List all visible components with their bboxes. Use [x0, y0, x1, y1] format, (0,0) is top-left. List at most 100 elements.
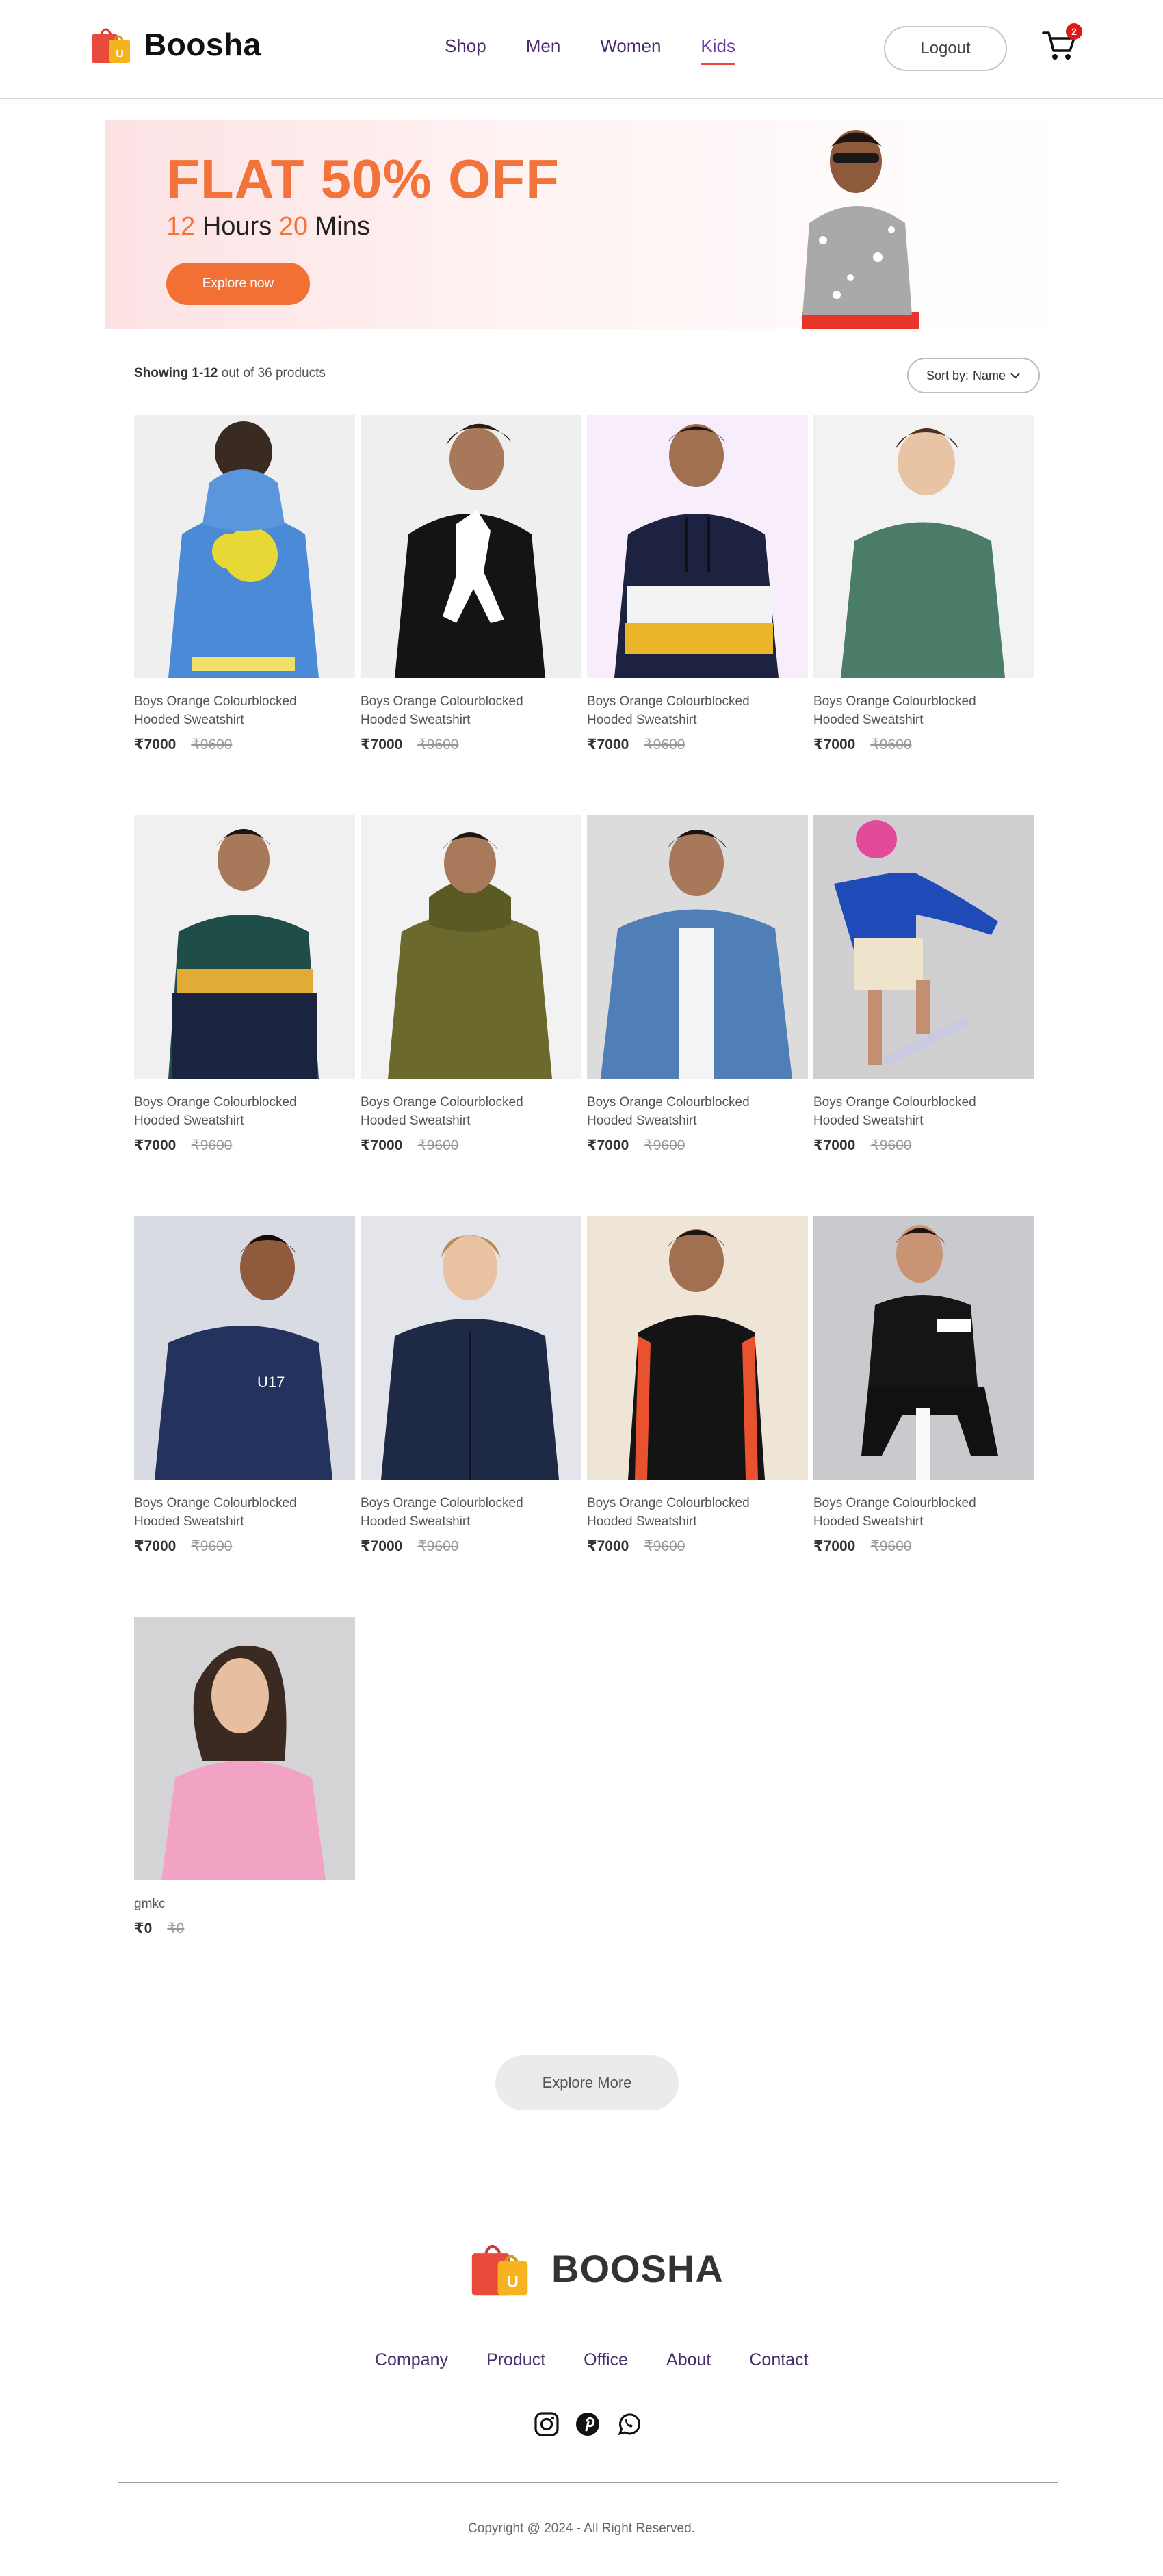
- footer-link-company[interactable]: Company: [375, 2350, 448, 2370]
- current-price: ₹7000: [587, 1538, 629, 1554]
- original-price: ₹9600: [870, 737, 912, 752]
- original-price: ₹9600: [870, 1138, 912, 1153]
- product-card[interactable]: Boys Orange Colourblocked Hooded Sweatsh…: [361, 1216, 582, 1555]
- product-name: Boys Orange Colourblocked Hooded Sweatsh…: [587, 694, 750, 727]
- results-count: Showing 1-12 out of 36 products: [134, 366, 326, 381]
- results-total: out of 36 products: [221, 366, 326, 380]
- original-price: ₹0: [167, 1921, 185, 1936]
- product-image: [587, 415, 808, 678]
- countdown-hours-value: 12: [166, 212, 196, 241]
- product-name: Boys Orange Colourblocked Hooded Sweatsh…: [134, 1496, 297, 1529]
- logout-button[interactable]: Logout: [884, 26, 1007, 71]
- current-price: ₹7000: [134, 737, 177, 752]
- footer-link-product[interactable]: Product: [486, 2350, 545, 2370]
- current-price: ₹7000: [587, 1138, 629, 1153]
- site-header: U Boosha Shop Men Women Kids Logout 2: [0, 0, 1163, 99]
- shopping-bag-logo-icon: U: [471, 2244, 528, 2296]
- product-price: ₹7000 ₹9600: [134, 1538, 355, 1555]
- copyright-text: Copyright @ 2024 - All Right Reserved.: [468, 2521, 695, 2536]
- countdown-mins-value: 20: [278, 212, 309, 241]
- original-price: ₹9600: [417, 737, 459, 752]
- product-name: Boys Orange Colourblocked Hooded Sweatsh…: [134, 694, 297, 727]
- nav-men[interactable]: Men: [526, 36, 561, 57]
- product-price: ₹0 ₹0: [134, 1920, 355, 1937]
- product-card[interactable]: U17 Boys Orange Colourblocked Hooded Swe…: [134, 1216, 355, 1555]
- nav-women[interactable]: Women: [600, 36, 661, 57]
- original-price: ₹9600: [417, 1138, 459, 1153]
- footer-link-contact[interactable]: Contact: [749, 2350, 808, 2370]
- pinterest-icon[interactable]: [575, 2411, 601, 2437]
- product-image: [587, 1216, 808, 1480]
- product-price: ₹7000 ₹9600: [587, 1538, 808, 1555]
- product-image: [134, 415, 355, 678]
- product-card[interactable]: Boys Orange Colourblocked Hooded Sweatsh…: [134, 415, 355, 753]
- product-price: ₹7000 ₹9600: [813, 1137, 1034, 1154]
- product-card[interactable]: Boys Orange Colourblocked Hooded Sweatsh…: [134, 815, 355, 1154]
- brand-logo[interactable]: U Boosha: [89, 22, 261, 67]
- product-price: ₹7000 ₹9600: [813, 1538, 1034, 1555]
- product-image: [134, 815, 355, 1079]
- explore-more-button[interactable]: Explore More: [495, 2055, 679, 2110]
- product-price: ₹7000 ₹9600: [587, 736, 808, 753]
- countdown-mins-label: Mins: [315, 212, 370, 241]
- product-image: [813, 1216, 1034, 1480]
- sort-label: Sort by:: [926, 368, 969, 382]
- original-price: ₹9600: [191, 1538, 233, 1554]
- current-price: ₹7000: [587, 737, 629, 752]
- product-price: ₹7000 ₹9600: [361, 736, 582, 753]
- product-image: [813, 815, 1034, 1079]
- product-name: Boys Orange Colourblocked Hooded Sweatsh…: [587, 1496, 750, 1529]
- product-card[interactable]: Boys Orange Colourblocked Hooded Sweatsh…: [587, 815, 808, 1154]
- current-price: ₹7000: [361, 1138, 403, 1153]
- banner-countdown: 12 Hours 20 Mins: [166, 212, 370, 241]
- product-price: ₹7000 ₹9600: [813, 736, 1034, 753]
- product-card[interactable]: Boys Orange Colourblocked Hooded Sweatsh…: [813, 815, 1034, 1154]
- results-range: Showing 1-12: [134, 366, 218, 380]
- current-price: ₹7000: [813, 1538, 856, 1554]
- product-name: Boys Orange Colourblocked Hooded Sweatsh…: [813, 694, 976, 727]
- svg-text:U17: U17: [257, 1374, 285, 1391]
- product-name: Boys Orange Colourblocked Hooded Sweatsh…: [134, 1095, 297, 1128]
- nav-kids[interactable]: Kids: [701, 36, 735, 65]
- current-price: ₹7000: [361, 737, 403, 752]
- product-image: [587, 815, 808, 1079]
- instagram-icon[interactable]: [534, 2411, 560, 2437]
- whatsapp-icon[interactable]: [616, 2411, 642, 2437]
- explore-now-button[interactable]: Explore now: [166, 263, 310, 305]
- original-price: ₹9600: [417, 1538, 459, 1554]
- original-price: ₹9600: [191, 1138, 233, 1153]
- product-name: Boys Orange Colourblocked Hooded Sweatsh…: [813, 1095, 976, 1128]
- product-card[interactable]: Boys Orange Colourblocked Hooded Sweatsh…: [361, 415, 582, 753]
- nav-shop[interactable]: Shop: [445, 36, 486, 57]
- product-image: [361, 415, 582, 678]
- product-card[interactable]: Boys Orange Colourblocked Hooded Sweatsh…: [361, 815, 582, 1154]
- current-price: ₹7000: [813, 737, 856, 752]
- footer-divider: [118, 2482, 1058, 2483]
- product-price: ₹7000 ₹9600: [134, 1137, 355, 1154]
- product-card[interactable]: Boys Orange Colourblocked Hooded Sweatsh…: [587, 415, 808, 753]
- product-card[interactable]: gmkc ₹0 ₹0: [134, 1617, 355, 1937]
- current-price: ₹0: [134, 1921, 153, 1936]
- footer-link-about[interactable]: About: [666, 2350, 711, 2370]
- product-card[interactable]: Boys Orange Colourblocked Hooded Sweatsh…: [587, 1216, 808, 1555]
- product-price: ₹7000 ₹9600: [361, 1538, 582, 1555]
- product-image: [361, 815, 582, 1079]
- product-name: Boys Orange Colourblocked Hooded Sweatsh…: [361, 1095, 523, 1128]
- original-price: ₹9600: [644, 1538, 685, 1554]
- main-nav: Shop Men Women Kids: [445, 36, 735, 65]
- product-price: ₹7000 ₹9600: [587, 1137, 808, 1154]
- footer-link-office[interactable]: Office: [584, 2350, 628, 2370]
- cart-button[interactable]: 2: [1041, 23, 1082, 66]
- product-name: gmkc: [134, 1897, 166, 1911]
- product-name: Boys Orange Colourblocked Hooded Sweatsh…: [587, 1095, 750, 1128]
- footer-brand-logo[interactable]: U BOOSHA: [468, 2235, 724, 2301]
- product-price: ₹7000 ₹9600: [134, 736, 355, 753]
- sort-dropdown[interactable]: Sort by: Name: [907, 358, 1040, 393]
- product-card[interactable]: Boys Orange Colourblocked Hooded Sweatsh…: [813, 415, 1034, 753]
- product-card[interactable]: Boys Orange Colourblocked Hooded Sweatsh…: [813, 1216, 1034, 1555]
- product-image: [361, 1216, 582, 1480]
- cart-count-badge: 2: [1066, 23, 1082, 40]
- sort-value: Name: [973, 368, 1006, 382]
- banner-title: FLAT 50% OFF: [166, 148, 560, 209]
- chevron-down-icon: [1010, 373, 1020, 379]
